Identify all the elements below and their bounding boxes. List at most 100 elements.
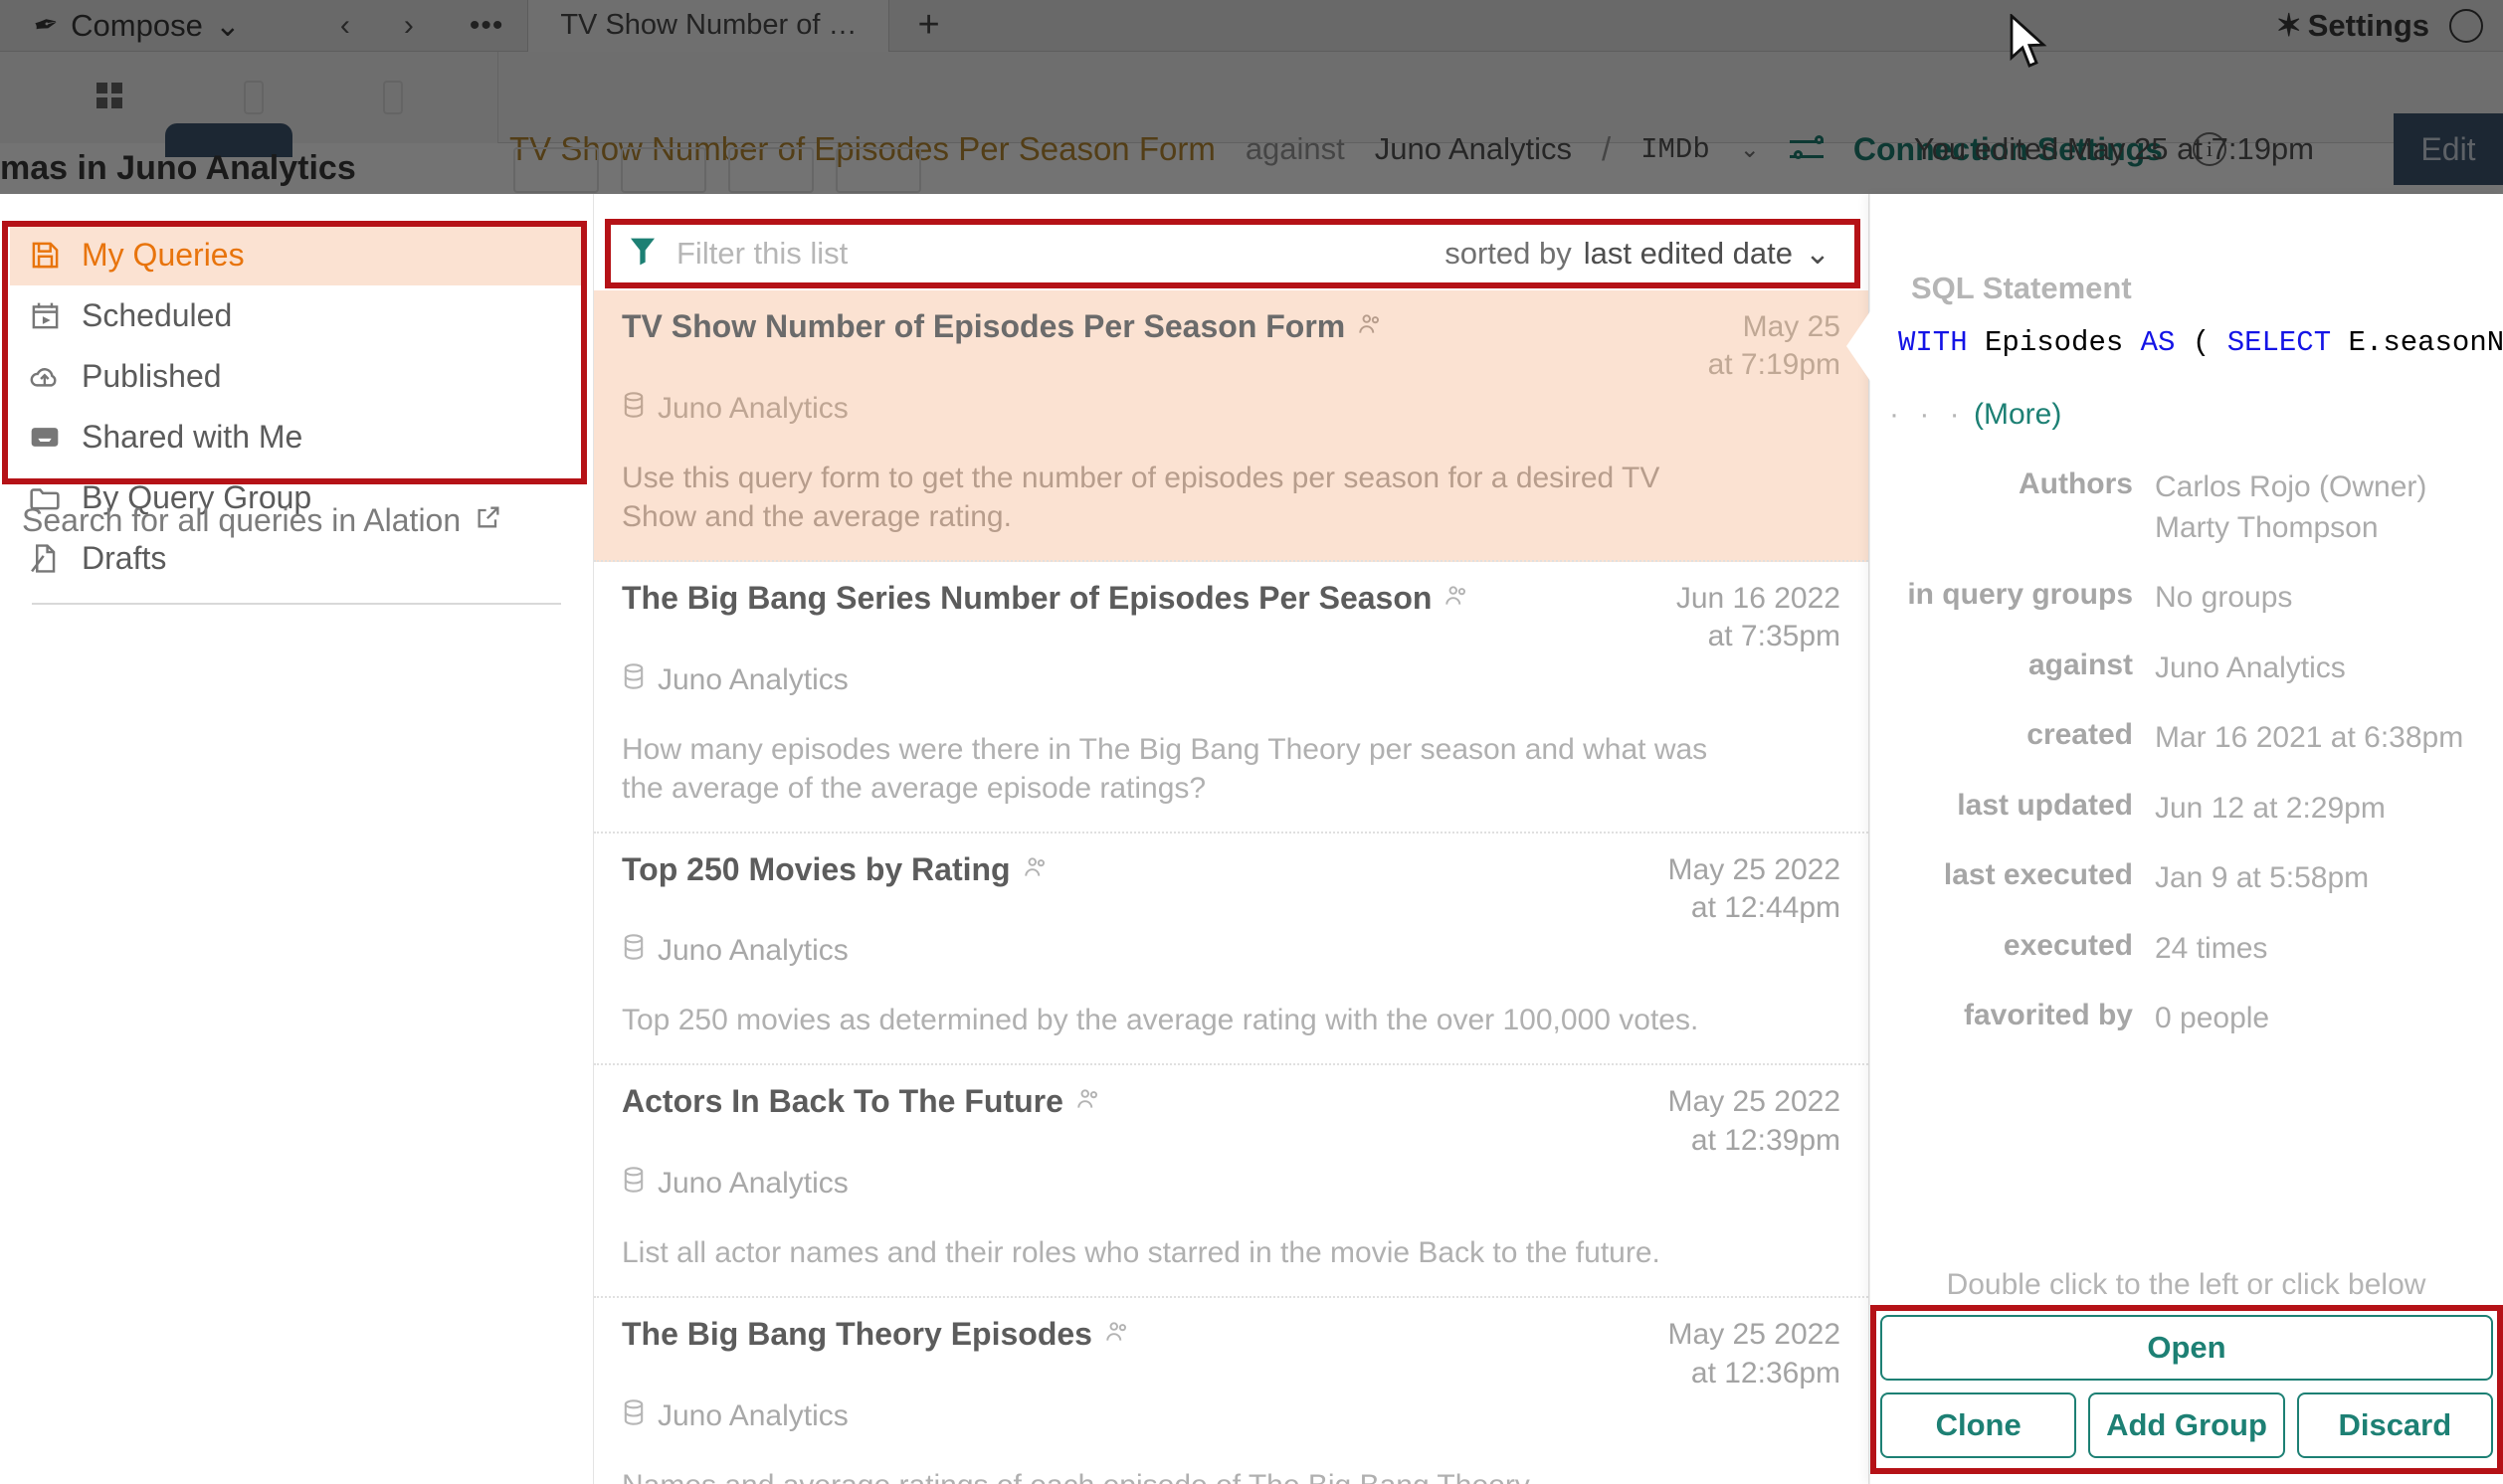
app-root: ✒ Compose ⌄ ‹ › ••• TV Show Number of … …	[0, 0, 2503, 1484]
callout-pointer	[1846, 308, 1872, 384]
forward-arrow-icon[interactable]: ›	[404, 9, 414, 43]
row-datasource: Juno Analytics	[622, 933, 1840, 969]
metadata-key: last updated	[1957, 788, 2133, 822]
add-group-button[interactable]: Add Group	[2088, 1392, 2285, 1458]
metadata-value: 0 people	[2155, 1002, 2270, 1034]
tab-tv-show-query[interactable]: TV Show Number of …	[528, 0, 890, 52]
row-description: List all actor names and their roles who…	[622, 1236, 1660, 1270]
query-form-fields-placeholder	[513, 147, 921, 193]
table-row[interactable]: The Big Bang Theory Episodes May 25 2022…	[594, 1298, 1868, 1484]
edit-button[interactable]: Edit	[2394, 113, 2503, 185]
row-datasource-label: Juno Analytics	[658, 391, 849, 425]
metadata-value: Juno Analytics	[2155, 650, 2346, 684]
sidebar-item-label: Shared with Me	[82, 419, 303, 455]
compose-menu-button[interactable]: ✒ Compose ⌄	[0, 0, 267, 52]
schema-chevron-down-icon[interactable]: ⌄	[1740, 135, 1760, 164]
sidebar-item-shared-with-me[interactable]: Shared with Me	[10, 407, 583, 467]
sidebar-item-label: Scheduled	[82, 297, 233, 333]
metadata-key: executed	[2003, 928, 2133, 962]
table-row[interactable]: TV Show Number of Episodes Per Season Fo…	[594, 290, 1868, 562]
sort-dropdown[interactable]: sorted by last edited date ⌄	[1444, 236, 1830, 272]
save-icon	[28, 240, 62, 271]
table-row[interactable]: The Big Bang Series Number of Episodes P…	[594, 562, 1868, 834]
grid-icon[interactable]	[95, 81, 124, 114]
sort-prefix-label: sorted by	[1444, 236, 1572, 271]
row-date-time: at 12:44pm	[1690, 890, 1840, 924]
metadata-row-last-updated: last updated Jun 12 at 2:29pm	[1890, 789, 2503, 830]
open-button[interactable]: Open	[1880, 1315, 2493, 1381]
row-date: Jun 16 2022 at 7:35pm	[1676, 580, 1840, 656]
inbox-icon	[28, 423, 62, 452]
metadata-row-against: against Juno Analytics	[1890, 649, 2503, 689]
new-tab-button[interactable]: +	[889, 4, 967, 47]
table-row[interactable]: Actors In Back To The Future May 25 2022…	[594, 1065, 1868, 1299]
discard-button[interactable]: Discard	[2296, 1392, 2493, 1458]
sql-more-link[interactable]: · · · (More)	[1889, 398, 2061, 432]
avatar[interactable]	[2449, 9, 2483, 43]
double-click-hint: Double click to the left or click below	[1946, 1268, 2426, 1301]
row-header: The Big Bang Theory Episodes May 25 2022…	[622, 1316, 1840, 1392]
query-metadata: Authors Carlos Rojo (Owner) Marty Thomps…	[1890, 467, 2503, 1069]
database-icon	[622, 662, 646, 698]
sql-token-episodes: Episodes	[1967, 326, 2141, 359]
people-icon	[1357, 308, 1383, 345]
database-icon	[622, 1166, 646, 1202]
row-datasource: Juno Analytics	[622, 1398, 1840, 1434]
sidebar-item-label: Published	[82, 358, 222, 394]
tab-label: TV Show Number of …	[560, 9, 858, 41]
row-datasource-label: Juno Analytics	[658, 1398, 849, 1432]
sidebar-item-my-queries[interactable]: My Queries	[10, 225, 583, 285]
people-icon	[1104, 1316, 1130, 1353]
last-edited-status: You edited May 25 at 7:19pm	[1913, 131, 2314, 166]
metadata-key: against	[2027, 648, 2133, 681]
row-datasource: Juno Analytics	[622, 391, 1840, 427]
row-date-time: at 7:35pm	[1707, 620, 1840, 653]
schema-label: IMDb	[1640, 132, 1710, 166]
settings-menu[interactable]: ✶ Settings	[2276, 0, 2483, 52]
form-field-c	[728, 147, 814, 193]
people-icon	[1075, 1083, 1101, 1120]
row-header: Top 250 Movies by Rating May 25 2022 at …	[622, 851, 1840, 928]
sql-token-column: E.seasonNumber,	[2348, 326, 2503, 359]
metadata-key: created	[2026, 718, 2133, 751]
back-arrow-icon[interactable]: ‹	[340, 9, 350, 43]
overflow-menu-icon[interactable]: •••	[470, 9, 504, 43]
row-date: May 25 2022 at 12:44pm	[1668, 851, 1840, 928]
metadata-row-query-groups: in query groups No groups	[1890, 578, 2503, 619]
app-chrome: ✒ Compose ⌄ ‹ › ••• TV Show Number of … …	[0, 0, 2503, 194]
mouse-cursor	[2010, 14, 2047, 68]
query-title: The Big Bang Series Number of Episodes P…	[622, 580, 1469, 617]
metadata-key: in query groups	[1907, 578, 2133, 611]
row-datasource-label: Juno Analytics	[658, 934, 849, 968]
funnel-icon	[629, 236, 657, 273]
query-title-text: The Big Bang Series Number of Episodes P…	[622, 579, 1433, 616]
sidebar-item-published[interactable]: Published	[10, 346, 583, 407]
secondary-actions: Clone Add Group Discard	[1880, 1392, 2493, 1458]
row-date: May 25 at 7:19pm	[1708, 308, 1840, 385]
sort-value-label: last edited date	[1583, 236, 1794, 271]
table-row[interactable]: Top 250 Movies by Rating May 25 2022 at …	[594, 834, 1868, 1066]
row-date-day: Jun 16 2022	[1675, 581, 1840, 615]
filter-input-group[interactable]: Filter this list	[629, 236, 848, 273]
metadata-row-executed: executed 24 times	[1890, 929, 2503, 970]
ellipsis-icon: · · ·	[1889, 398, 1966, 431]
chevron-down-icon: ⌄	[214, 7, 241, 43]
metadata-row-authors: Authors Carlos Rojo (Owner) Marty Thomps…	[1890, 467, 2503, 548]
query-list[interactable]: TV Show Number of Episodes Per Season Fo…	[594, 290, 1868, 1484]
form-field-a	[513, 147, 599, 193]
sidebar-item-label: Drafts	[82, 540, 167, 576]
feather-icon: ✒	[30, 6, 63, 45]
clone-button[interactable]: Clone	[1880, 1392, 2077, 1458]
connection-settings-icon	[1789, 135, 1824, 162]
sidebar-item-scheduled[interactable]: Scheduled	[10, 285, 583, 346]
metadata-value: Jan 9 at 5:58pm	[2155, 861, 2370, 894]
detail-actions: Open Clone Add Group Discard	[1880, 1315, 2493, 1458]
row-date-day: May 25	[1742, 310, 1840, 343]
breadcrumb-text: mas in Juno Analytics	[0, 149, 356, 187]
filter-input[interactable]: Filter this list	[676, 236, 848, 272]
chevron-down-icon: ⌄	[1805, 236, 1830, 271]
row-datasource: Juno Analytics	[622, 662, 1840, 698]
search-all-queries-link[interactable]: Search for all queries in Alation	[22, 502, 502, 539]
row-header: Actors In Back To The Future May 25 2022…	[622, 1083, 1840, 1160]
list-filter-bar: Filter this list sorted by last edited d…	[611, 225, 1854, 282]
